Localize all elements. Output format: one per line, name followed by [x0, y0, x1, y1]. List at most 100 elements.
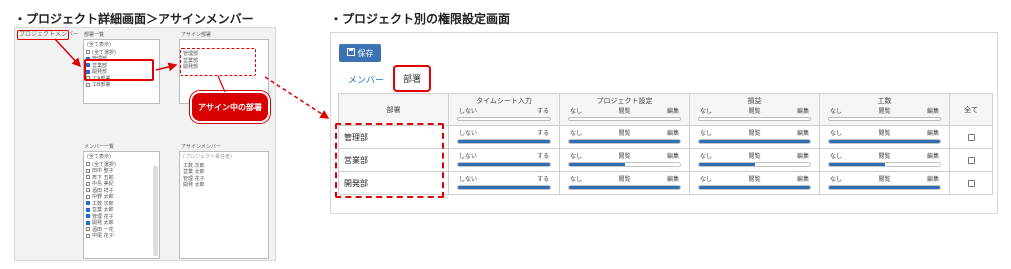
member-item[interactable]: 中尾 花子 [86, 233, 159, 240]
checkbox[interactable] [86, 233, 90, 238]
permission-slider[interactable] [828, 185, 941, 190]
permission-slider[interactable] [698, 162, 811, 167]
all-cell [949, 171, 993, 195]
column-slider[interactable] [568, 117, 681, 121]
level-label: 閲覧 [748, 130, 761, 137]
level-label: 編集 [926, 153, 939, 160]
level-label: する [536, 176, 549, 183]
all-checkbox[interactable] [967, 179, 975, 187]
save-button-label: 保存 [357, 48, 374, 58]
permission-slider[interactable] [568, 185, 681, 190]
permission-slider[interactable] [828, 162, 941, 167]
level-label: 編集 [666, 108, 679, 115]
all-header: 全て [949, 93, 993, 126]
slider-fill [569, 186, 680, 189]
permission-slider[interactable] [457, 162, 551, 167]
level-label: 閲覧 [748, 153, 761, 160]
permission-slider[interactable] [698, 185, 811, 190]
column-slider[interactable] [828, 117, 941, 121]
level-label: なし [830, 108, 843, 115]
dept-selection-highlight [84, 59, 154, 81]
assign-member-items: 工数 次郎 営業 太郎 管理 花子 開発 太郎 [183, 163, 268, 189]
member-item-label: 田中 聖子 [92, 168, 114, 174]
checkbox[interactable] [86, 168, 90, 173]
level-labels: しない する [459, 106, 549, 115]
table-header-row: 部署 タイムシート入力 しない する プロジェクト設定 なし 閲覧 編集 損益 なし 閲覧 編集 工数な… [338, 93, 993, 126]
slider-fill [699, 163, 755, 166]
slider-fill [569, 163, 625, 166]
member-scrollbar[interactable] [153, 166, 158, 256]
level-label: なし [700, 130, 713, 137]
checkbox[interactable] [86, 201, 90, 205]
all-header-label: 全て [964, 105, 978, 114]
checkbox[interactable] [86, 50, 90, 54]
member-item-label: (全て選択) [92, 161, 116, 168]
column-slider[interactable] [698, 117, 811, 121]
permission-slider[interactable] [457, 185, 551, 190]
permission-column-header: 工数 なし 閲覧 編集 [819, 93, 950, 126]
level-label: する [536, 153, 549, 160]
permission-slider[interactable] [698, 139, 811, 144]
level-labels: しない する [459, 151, 549, 160]
column-slider[interactable] [457, 117, 551, 121]
permission-slider[interactable] [568, 162, 681, 167]
level-labels: なし 閲覧 編集 [830, 128, 939, 137]
slider-fill [458, 186, 550, 189]
member-item-label: 中尾 花子 [92, 233, 114, 239]
checkbox[interactable] [86, 214, 90, 218]
permission-slider[interactable] [568, 139, 681, 144]
permission-cell: なし 閲覧 編集 [689, 125, 820, 149]
checkbox[interactable] [86, 181, 90, 186]
assign-member-box: (プロジェクト責任者) 工数 次郎 営業 太郎 管理 花子 開発 太郎 [179, 151, 269, 259]
checkbox[interactable] [86, 162, 90, 166]
tab-dept[interactable]: 部署 [393, 65, 431, 92]
assign-member-filter[interactable]: (プロジェクト責任者) [183, 154, 268, 161]
level-labels: なし 閲覧 編集 [570, 174, 679, 183]
checkbox[interactable] [86, 188, 90, 192]
dept-header-label: 部署 [386, 105, 401, 114]
level-label: 閲覧 [618, 108, 631, 115]
member-filter[interactable]: (全て表示) [87, 154, 159, 161]
level-label: なし [570, 176, 583, 183]
slider-fill [699, 186, 810, 189]
member-item-label: 開発 太郎 [92, 220, 114, 226]
slider-fill [829, 163, 885, 166]
all-checkbox[interactable] [967, 133, 975, 141]
assign-dept-highlight [180, 48, 256, 76]
slider-fill [699, 140, 810, 143]
level-label: なし [570, 153, 583, 160]
member-item-label: 管理 花子 [92, 213, 114, 220]
permission-slider[interactable] [828, 139, 941, 144]
checkbox[interactable] [86, 175, 90, 179]
permission-column-header: タイムシート入力 しない する [448, 93, 560, 126]
permission-settings-screen: 保存 メンバー 部署 部署 タイムシート入力 しない する プロジェクト設定 なし 閲覧 編集… [330, 32, 998, 214]
checkbox[interactable] [86, 82, 90, 87]
permission-cell: なし 閲覧 編集 [819, 171, 950, 195]
assign-member-screen: プロジェクトメンバー 部署一覧 (全て表示) (全て選択) 管理部 営業部 開発… [14, 27, 276, 261]
slider-fill [829, 186, 940, 189]
checkbox[interactable] [86, 220, 90, 225]
dept-item[interactable]: 工B部署 [86, 82, 159, 89]
all-checkbox[interactable] [967, 156, 975, 164]
dept-filter[interactable]: (全て表示) [87, 42, 159, 49]
permission-column-header: プロジェクト設定 なし 閲覧 編集 [559, 93, 690, 126]
permission-cell: しない する [448, 125, 560, 149]
tab-member[interactable]: メンバー [348, 73, 384, 86]
checkbox[interactable] [86, 227, 90, 231]
level-labels: なし 閲覧 編集 [570, 128, 679, 137]
level-label: 編集 [796, 130, 809, 137]
save-button[interactable]: 保存 [339, 44, 381, 62]
checkbox[interactable] [86, 194, 90, 199]
level-labels: なし 閲覧 編集 [570, 151, 679, 160]
permission-cell: なし 閲覧 編集 [819, 125, 950, 149]
permission-cell: しない する [448, 171, 560, 195]
checkbox[interactable] [86, 207, 90, 212]
member-list-box: (全て表示) (全て選択) 田中 聖子 斎下 五郎 中島 美紀 酒田 祥子 中野 太郎 工数… [83, 151, 160, 259]
level-label: なし [830, 130, 843, 137]
level-label: 編集 [796, 108, 809, 115]
member-item-label: 斎下 五郎 [92, 174, 114, 181]
level-label: 閲覧 [748, 176, 761, 183]
assign-member-item[interactable]: 開発 太郎 [183, 182, 268, 189]
permission-slider[interactable] [457, 139, 551, 144]
assign-member-title: アサインメンバー [181, 144, 221, 150]
